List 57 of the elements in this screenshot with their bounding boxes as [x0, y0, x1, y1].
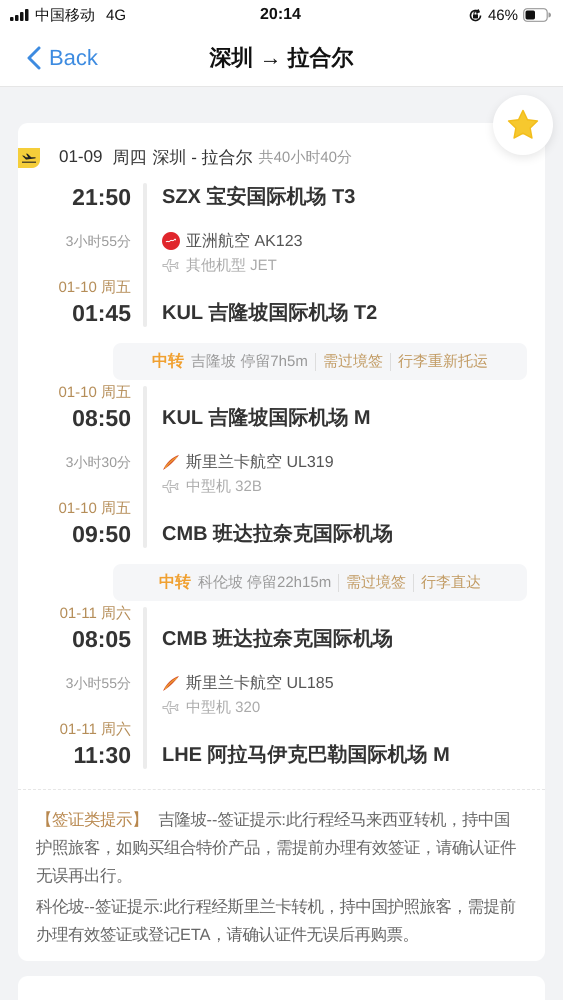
carrier-name: 中国移动: [35, 6, 95, 24]
layover-info: 科伦坡 停留22h15m: [198, 573, 332, 592]
arrival-date: 01-10 周五: [57, 279, 131, 297]
transfer-note: 行李重新托运: [398, 352, 488, 371]
layover-info: 吉隆坡 停留7h5m: [191, 352, 308, 371]
chevron-left-icon: [27, 46, 41, 70]
departure-plane-icon: [18, 146, 40, 168]
airline-logo-icon: [162, 453, 180, 471]
battery-icon: [522, 8, 551, 22]
flight-duration: 3小时55分: [64, 674, 131, 693]
departure-airport: SZX 宝安国际机场 T3: [161, 184, 356, 210]
airline-flight: 亚洲航空 AK123: [186, 232, 302, 252]
arrival-date: 01-10 周五: [57, 500, 131, 518]
transfer-label: 中转: [158, 572, 191, 593]
flight-duration: 3小时55分: [64, 232, 131, 251]
flight-duration: 3小时30分: [64, 453, 131, 472]
aircraft-type: 其他机型 JET: [186, 256, 277, 274]
arrival-time: 01:45: [71, 299, 131, 328]
departure-airport: CMB 班达拉奈克国际机场: [161, 627, 394, 652]
network-type: 4G: [106, 6, 126, 24]
arrival-time: 09:50: [71, 520, 131, 549]
airline-flight: 斯里兰卡航空 UL185: [186, 674, 334, 694]
plane-icon: [162, 478, 180, 494]
back-button[interactable]: Back: [0, 45, 98, 71]
departure-airport: KUL 吉隆坡国际机场 M: [161, 406, 372, 431]
arrival-time: 11:30: [72, 741, 131, 770]
transfer-label: 中转: [152, 352, 184, 372]
departure-time: 21:50: [71, 183, 131, 212]
departure-time: 08:50: [71, 404, 131, 433]
trip-route: 深圳 - 拉合尔: [152, 146, 253, 168]
aircraft-type: 中型机 32B: [186, 476, 262, 496]
signal-icon: [10, 9, 30, 21]
arrival-airport: LHE 阿拉马伊克巴勒国际机场 M: [161, 743, 451, 768]
arrival-airport: CMB 班达拉奈克国际机场: [161, 522, 394, 547]
transfer-note: 需过境签: [346, 573, 406, 592]
arrival-airport: KUL 吉隆坡国际机场 T2: [161, 301, 378, 326]
trip-weekday: 周四: [112, 146, 146, 168]
visa-notice: 科伦坡--签证提示:此行程经斯里兰卡转机，持中国护照旅客，需提前办理有效签证或登记ETA，请确认证件无误后再购票。: [36, 897, 516, 946]
plane-icon: [162, 699, 180, 715]
departure-time: 08:05: [71, 625, 131, 654]
transfer-note: 行李直达: [421, 573, 482, 592]
rotation-lock-icon: [468, 8, 483, 22]
trip-date: 01-09: [59, 147, 102, 167]
arrival-date: 01-11 周六: [58, 721, 131, 739]
departure-date: 01-11 周六: [58, 605, 131, 623]
visa-notice: 【签证类提示】 吉隆坡--签证提示:此行程经马来西亚转机，持中国护照旅客，如购买组合特价产品，需提前办理有效签证，请确认证件无误再出行。: [36, 810, 517, 887]
airline-logo-icon: [162, 674, 180, 692]
departure-date: 01-10 周五: [57, 384, 131, 402]
transfer-note: 需过境签: [322, 352, 383, 371]
aircraft-type: 中型机 320: [186, 698, 260, 716]
clock-time: 20:14: [260, 6, 301, 24]
airline-flight: 斯里兰卡航空 UL319: [186, 452, 334, 472]
page-title: 深圳 → 拉合尔: [208, 44, 355, 72]
plane-icon: [162, 257, 180, 273]
total-duration: 共40小时40分: [258, 148, 352, 166]
airline-logo-icon: [162, 232, 180, 250]
battery-percent: 46%: [488, 6, 518, 24]
